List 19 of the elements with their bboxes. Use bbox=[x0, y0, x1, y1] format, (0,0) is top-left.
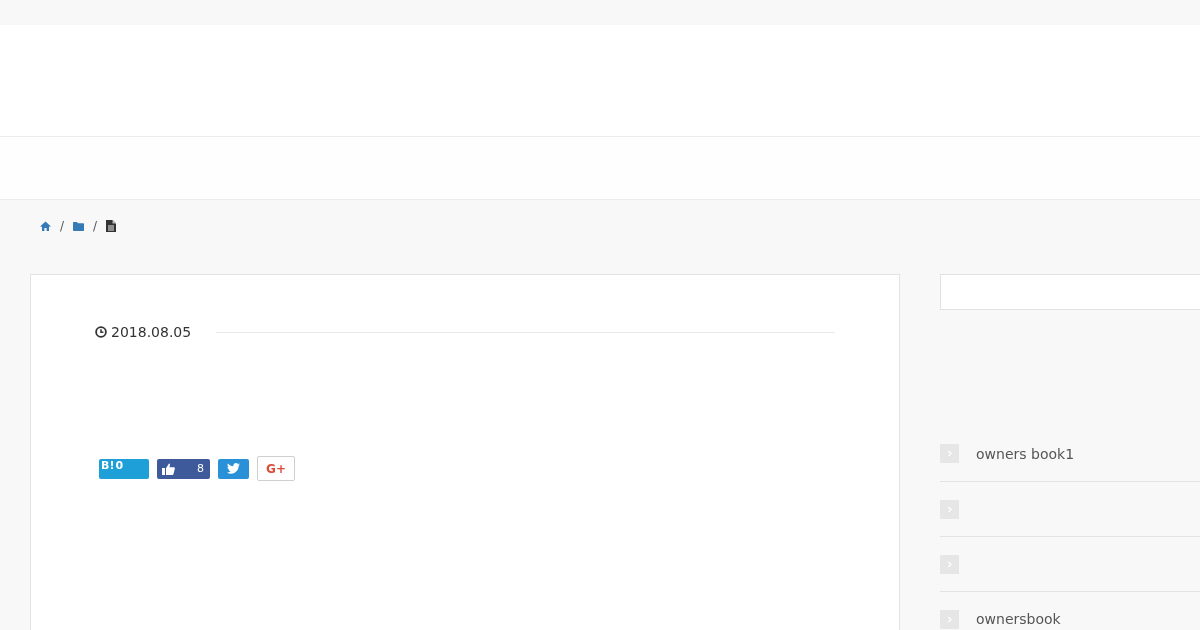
chevron-icon bbox=[940, 444, 959, 463]
like-button[interactable]: 8 bbox=[157, 458, 210, 479]
share-button[interactable] bbox=[218, 458, 249, 479]
sidebar-link[interactable]: owners book1 bbox=[976, 444, 1075, 463]
post-date: 2018.08.05 bbox=[111, 323, 192, 341]
search-field[interactable] bbox=[940, 274, 1200, 310]
sidebar-link[interactable]: ownersbook bbox=[976, 610, 1061, 628]
folder-icon[interactable] bbox=[73, 221, 85, 231]
clock-icon bbox=[95, 326, 107, 338]
breadcrumb-separator: / bbox=[60, 219, 65, 233]
home-icon[interactable] bbox=[40, 221, 51, 231]
thumbs-up-icon bbox=[162, 462, 175, 475]
chevron-icon bbox=[940, 554, 959, 574]
chevron-icon bbox=[940, 609, 959, 629]
bird-icon bbox=[227, 463, 240, 474]
document-icon bbox=[106, 220, 117, 232]
breadcrumb-separator: / bbox=[93, 219, 98, 233]
plus-share-button[interactable]: G+ bbox=[257, 456, 295, 481]
chevron-icon bbox=[940, 499, 959, 519]
